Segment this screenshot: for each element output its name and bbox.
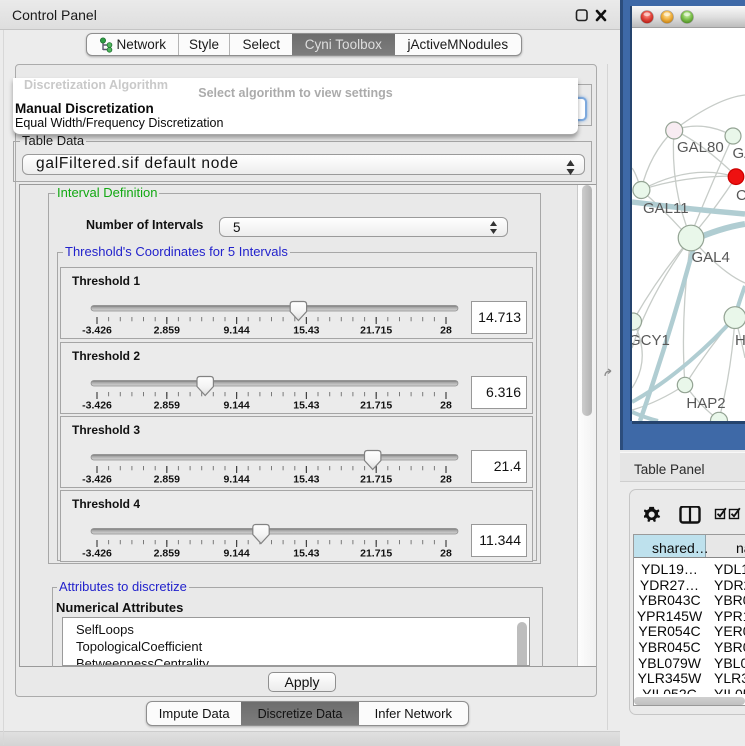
svg-text:21.715: 21.715: [360, 399, 392, 411]
svg-text:GAL80: GAL80: [677, 139, 724, 156]
svg-text:9.144: 9.144: [223, 547, 249, 559]
svg-text:2.859: 2.859: [154, 547, 180, 559]
svg-text:9.144: 9.144: [223, 473, 249, 485]
svg-text:HAP2: HAP2: [686, 395, 725, 412]
svg-text:-3.426: -3.426: [82, 399, 112, 411]
svg-text:2.859: 2.859: [154, 325, 180, 337]
svg-text:9.144: 9.144: [223, 399, 249, 411]
svg-text:28: 28: [440, 399, 452, 411]
svg-text:15.43: 15.43: [293, 325, 319, 337]
svg-text:15.43: 15.43: [293, 473, 319, 485]
svg-text:2.859: 2.859: [154, 473, 180, 485]
svg-text:28: 28: [440, 547, 452, 559]
svg-text:H: H: [735, 332, 745, 349]
svg-text:28: 28: [440, 325, 452, 337]
svg-text:-3.426: -3.426: [82, 547, 112, 559]
svg-text:C: C: [736, 187, 745, 204]
svg-text:GCY1: GCY1: [632, 332, 670, 349]
svg-text:21.715: 21.715: [360, 325, 392, 337]
svg-text:21.715: 21.715: [360, 473, 392, 485]
svg-text:-3.426: -3.426: [82, 325, 112, 337]
svg-text:GA: GA: [733, 145, 745, 162]
svg-text:15.43: 15.43: [293, 399, 319, 411]
svg-text:21.715: 21.715: [360, 547, 392, 559]
svg-text:2.859: 2.859: [154, 399, 180, 411]
svg-text:28: 28: [440, 473, 452, 485]
svg-text:-3.426: -3.426: [82, 473, 112, 485]
svg-text:GAL11: GAL11: [643, 200, 689, 217]
svg-text:15.43: 15.43: [293, 547, 319, 559]
svg-text:9.144: 9.144: [223, 325, 249, 337]
svg-text:GAL4: GAL4: [692, 249, 730, 266]
